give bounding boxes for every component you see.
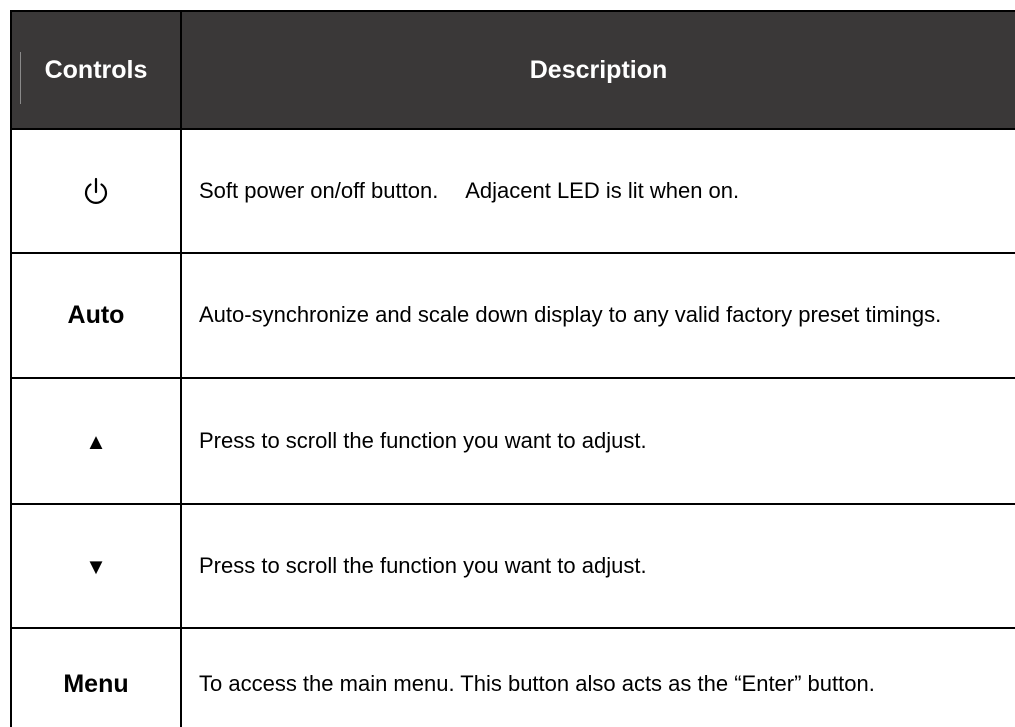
header-description-label: Description [529, 55, 668, 84]
description-cell: To access the main menu. This button als… [180, 627, 1015, 727]
table-row: Auto Auto-synchronize and scale down dis… [10, 252, 1015, 379]
table-row: ▲ Press to scroll the function you want … [10, 377, 1015, 505]
header-controls-label: Controls [44, 55, 148, 84]
control-cell: ▲ [10, 377, 182, 505]
description-cell: Press to scroll the function you want to… [180, 503, 1015, 629]
description-cell: Soft power on/off button. Adjacent LED i… [180, 128, 1015, 254]
description-cell: Press to scroll the function you want to… [180, 377, 1015, 505]
down-arrow-icon: ▼ [85, 553, 107, 579]
control-cell: Menu [10, 627, 182, 727]
header-row: Controls Description [10, 10, 1015, 130]
control-cell [10, 128, 182, 254]
table-row: Menu To access the main menu. This butto… [10, 627, 1015, 727]
header-divider [20, 52, 21, 104]
description-cell: Auto-synchronize and scale down display … [180, 252, 1015, 379]
control-cell: ▼ [10, 503, 182, 629]
table-row: ▼ Press to scroll the function you want … [10, 503, 1015, 629]
control-cell: Auto [10, 252, 182, 379]
header-controls: Controls [10, 10, 182, 130]
page: Controls Description Soft power on/off b… [0, 0, 1015, 727]
header-description: Description [180, 10, 1015, 130]
power-icon [84, 177, 108, 204]
up-arrow-icon: ▲ [85, 428, 107, 454]
table-row: Soft power on/off button. Adjacent LED i… [10, 128, 1015, 254]
controls-table: Controls Description Soft power on/off b… [10, 10, 1015, 727]
